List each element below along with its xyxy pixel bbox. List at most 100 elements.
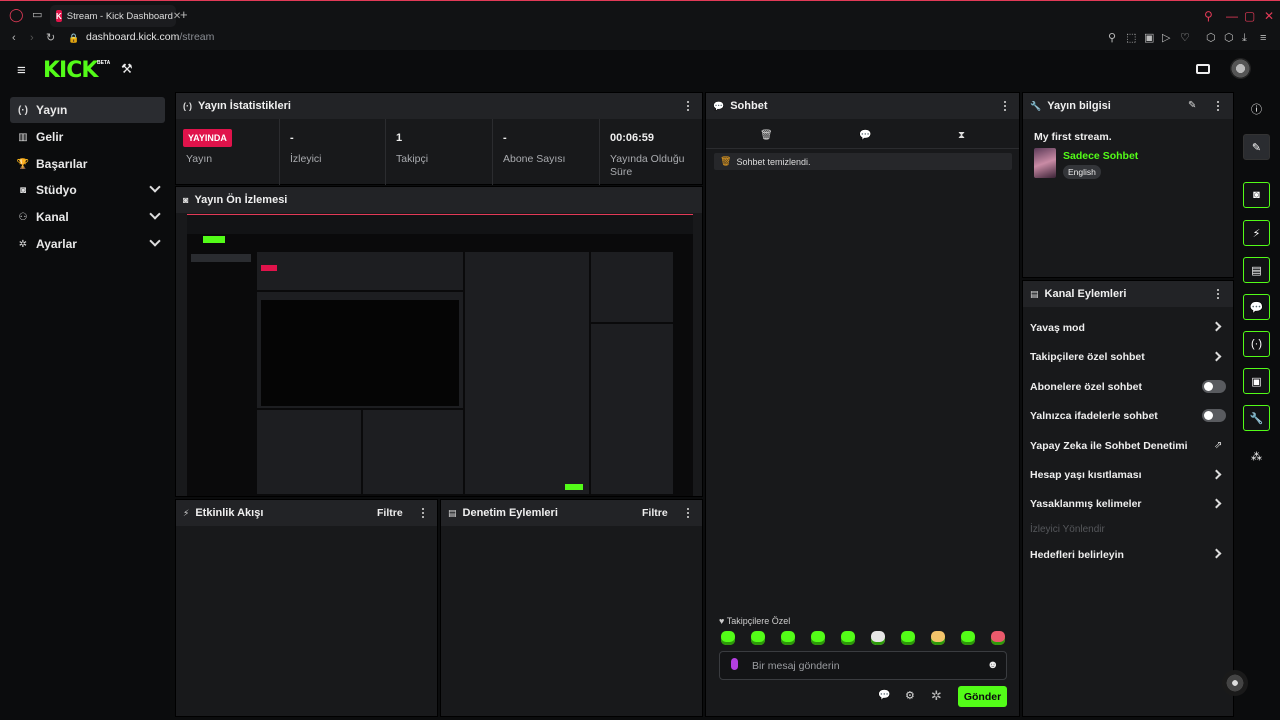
- stream-title: My first stream.: [1034, 131, 1112, 143]
- action-account-age[interactable]: Hesap yaşı kısıtlaması: [1030, 469, 1142, 481]
- stat-label: Yayında Olduğu Süre: [610, 153, 685, 178]
- sidebar-item-kanal[interactable]: ⚇ Kanal: [10, 204, 165, 230]
- avatar[interactable]: [1230, 58, 1251, 79]
- extensions-icon[interactable]: ⬡: [1206, 33, 1216, 44]
- stat-viewers: - İzleyici: [280, 119, 386, 185]
- forward-icon[interactable]: ›: [30, 33, 34, 44]
- channel-icon: ⚇: [18, 211, 28, 223]
- chevron-down-icon[interactable]: [149, 181, 161, 193]
- preview-send: [565, 484, 583, 490]
- shield-icon[interactable]: ▷: [1162, 33, 1170, 44]
- hamburger-menu-icon[interactable]: ≡: [17, 62, 26, 79]
- snapshot-icon[interactable]: ⬚: [1126, 33, 1136, 44]
- filter-button[interactable]: Filtre: [642, 507, 668, 519]
- emotes-only-toggle[interactable]: [1202, 409, 1226, 422]
- edit-stream-icon[interactable]: ✎: [1243, 134, 1270, 160]
- heart-icon[interactable]: ♡: [1180, 33, 1190, 44]
- preview-live-badge: [261, 265, 277, 271]
- clear-chat-icon[interactable]: 🗑: [760, 130, 773, 141]
- preview-video[interactable]: [187, 214, 693, 496]
- actions-toggle-icon[interactable]: ▣: [1243, 368, 1270, 394]
- chat-rules-icon[interactable]: 💬: [878, 690, 890, 701]
- info-toggle-icon[interactable]: 🔧: [1243, 405, 1270, 431]
- sidebar-item-studyo[interactable]: ◙ Stüdyo: [10, 177, 165, 203]
- search-tabs-icon[interactable]: ⚲: [1204, 9, 1213, 23]
- pin-icon[interactable]: ⚲: [1108, 33, 1116, 44]
- emote[interactable]: [781, 631, 795, 645]
- action-followers-only-chat[interactable]: Takipçilere özel sohbet: [1030, 351, 1145, 363]
- chevron-down-icon[interactable]: [149, 235, 161, 247]
- kick-logo[interactable]: KICK: [43, 58, 98, 83]
- chat-settings-icon[interactable]: ⚙: [905, 689, 915, 702]
- hourglass-icon[interactable]: ⧗: [958, 130, 965, 141]
- browser-menu-icon[interactable]: ≡: [1260, 33, 1266, 44]
- emote[interactable]: [961, 631, 975, 645]
- reload-icon[interactable]: ↻: [46, 33, 55, 44]
- beta-badge: BETA: [97, 60, 111, 66]
- maximize-icon[interactable]: ▢: [1244, 9, 1255, 23]
- revenue-icon: ▥: [18, 131, 28, 143]
- chat-bubble-icon[interactable]: 💬: [859, 130, 871, 141]
- chevron-down-icon[interactable]: [149, 208, 161, 220]
- send-button[interactable]: Gönder: [958, 686, 1007, 707]
- url-field[interactable]: dashboard.kick.com/stream: [86, 31, 214, 43]
- sidebar-item-gelir[interactable]: ▥ Gelir: [10, 124, 165, 150]
- user-settings-icon[interactable]: ✲: [931, 688, 942, 704]
- more-options-icon[interactable]: [1216, 288, 1219, 299]
- preview-info: [591, 252, 673, 322]
- emote[interactable]: [721, 631, 735, 645]
- more-options-icon[interactable]: [1216, 100, 1219, 111]
- stream-stats-panel: (·) Yayın İstatistikleri YAYINDA Yayın -…: [175, 92, 703, 185]
- back-icon[interactable]: ‹: [12, 33, 16, 44]
- more-options-icon[interactable]: [421, 507, 424, 518]
- subscribers-only-toggle[interactable]: [1202, 380, 1226, 393]
- microphone-icon[interactable]: [731, 658, 738, 670]
- sidebar-item-yayin[interactable]: (·) Yayın: [10, 97, 165, 123]
- mod-tools-icon[interactable]: ⚒: [121, 61, 133, 77]
- stat-label: Yayın: [186, 153, 213, 165]
- action-emotes-only-chat: Yalnızca ifadelerle sohbet: [1030, 410, 1158, 422]
- activity-feed-panel: ⚡ Etkinlik Akışı Filtre: [175, 499, 438, 717]
- chat-toggle-icon[interactable]: 💬: [1243, 294, 1270, 320]
- external-link-icon[interactable]: ⇗: [1214, 440, 1222, 451]
- new-tab-icon[interactable]: +: [180, 8, 188, 21]
- emote[interactable]: [811, 631, 825, 645]
- preview-toggle-icon[interactable]: ◙: [1243, 182, 1270, 208]
- ad-block-icon[interactable]: ▣: [1144, 33, 1154, 44]
- emote[interactable]: [901, 631, 915, 645]
- action-banned-words[interactable]: Yasaklanmış kelimeler: [1030, 498, 1142, 510]
- tab-overview-icon[interactable]: ▭: [32, 10, 42, 21]
- category-link[interactable]: Sadece Sohbet: [1063, 150, 1138, 162]
- action-set-goals[interactable]: Hedefleri belirleyin: [1030, 549, 1124, 561]
- browser-tab-active[interactable]: K Stream - Kick Dashboard ✕: [50, 5, 181, 27]
- emoji-icon[interactable]: ☻: [987, 659, 999, 671]
- easy-files-icon[interactable]: ⬡: [1224, 33, 1234, 44]
- emote[interactable]: [991, 631, 1005, 645]
- more-options-icon[interactable]: [686, 507, 689, 518]
- info-icon[interactable]: ⓘ: [1243, 96, 1270, 122]
- more-options-icon[interactable]: [1003, 100, 1006, 111]
- download-icon[interactable]: ⤓: [1242, 33, 1247, 44]
- close-window-icon[interactable]: ✕: [1264, 9, 1274, 23]
- chat-input[interactable]: Bir mesaj gönderin ☻: [719, 651, 1007, 680]
- action-ai-moderation[interactable]: Yapay Zeka ile Sohbet Denetimi: [1030, 440, 1188, 452]
- sidebar-item-ayarlar[interactable]: ✲ Ayarlar: [10, 231, 165, 257]
- minimize-icon[interactable]: —: [1226, 9, 1238, 23]
- emote[interactable]: [871, 631, 885, 645]
- studio-shortcut-icon[interactable]: [1196, 64, 1210, 74]
- stats-toggle-icon[interactable]: (·): [1243, 331, 1270, 357]
- emote[interactable]: [931, 631, 945, 645]
- action-slow-mode[interactable]: Yavaş mod: [1030, 322, 1085, 334]
- activity-toggle-icon[interactable]: ⚡: [1243, 220, 1270, 246]
- preview-moderation: [363, 410, 463, 494]
- opera-logo-icon[interactable]: ◯: [9, 8, 24, 21]
- add-widget-icon[interactable]: ⁂: [1243, 443, 1270, 469]
- emote[interactable]: [841, 631, 855, 645]
- moderation-toggle-icon[interactable]: ▤: [1243, 257, 1270, 283]
- sidebar-item-basarilar[interactable]: 🏆 Başarılar: [10, 151, 165, 177]
- filter-button[interactable]: Filtre: [377, 507, 403, 519]
- more-options-icon[interactable]: [686, 100, 689, 111]
- panel-header: ⚡ Etkinlik Akışı Filtre: [176, 500, 437, 526]
- edit-icon[interactable]: ✎: [1188, 100, 1196, 111]
- emote[interactable]: [751, 631, 765, 645]
